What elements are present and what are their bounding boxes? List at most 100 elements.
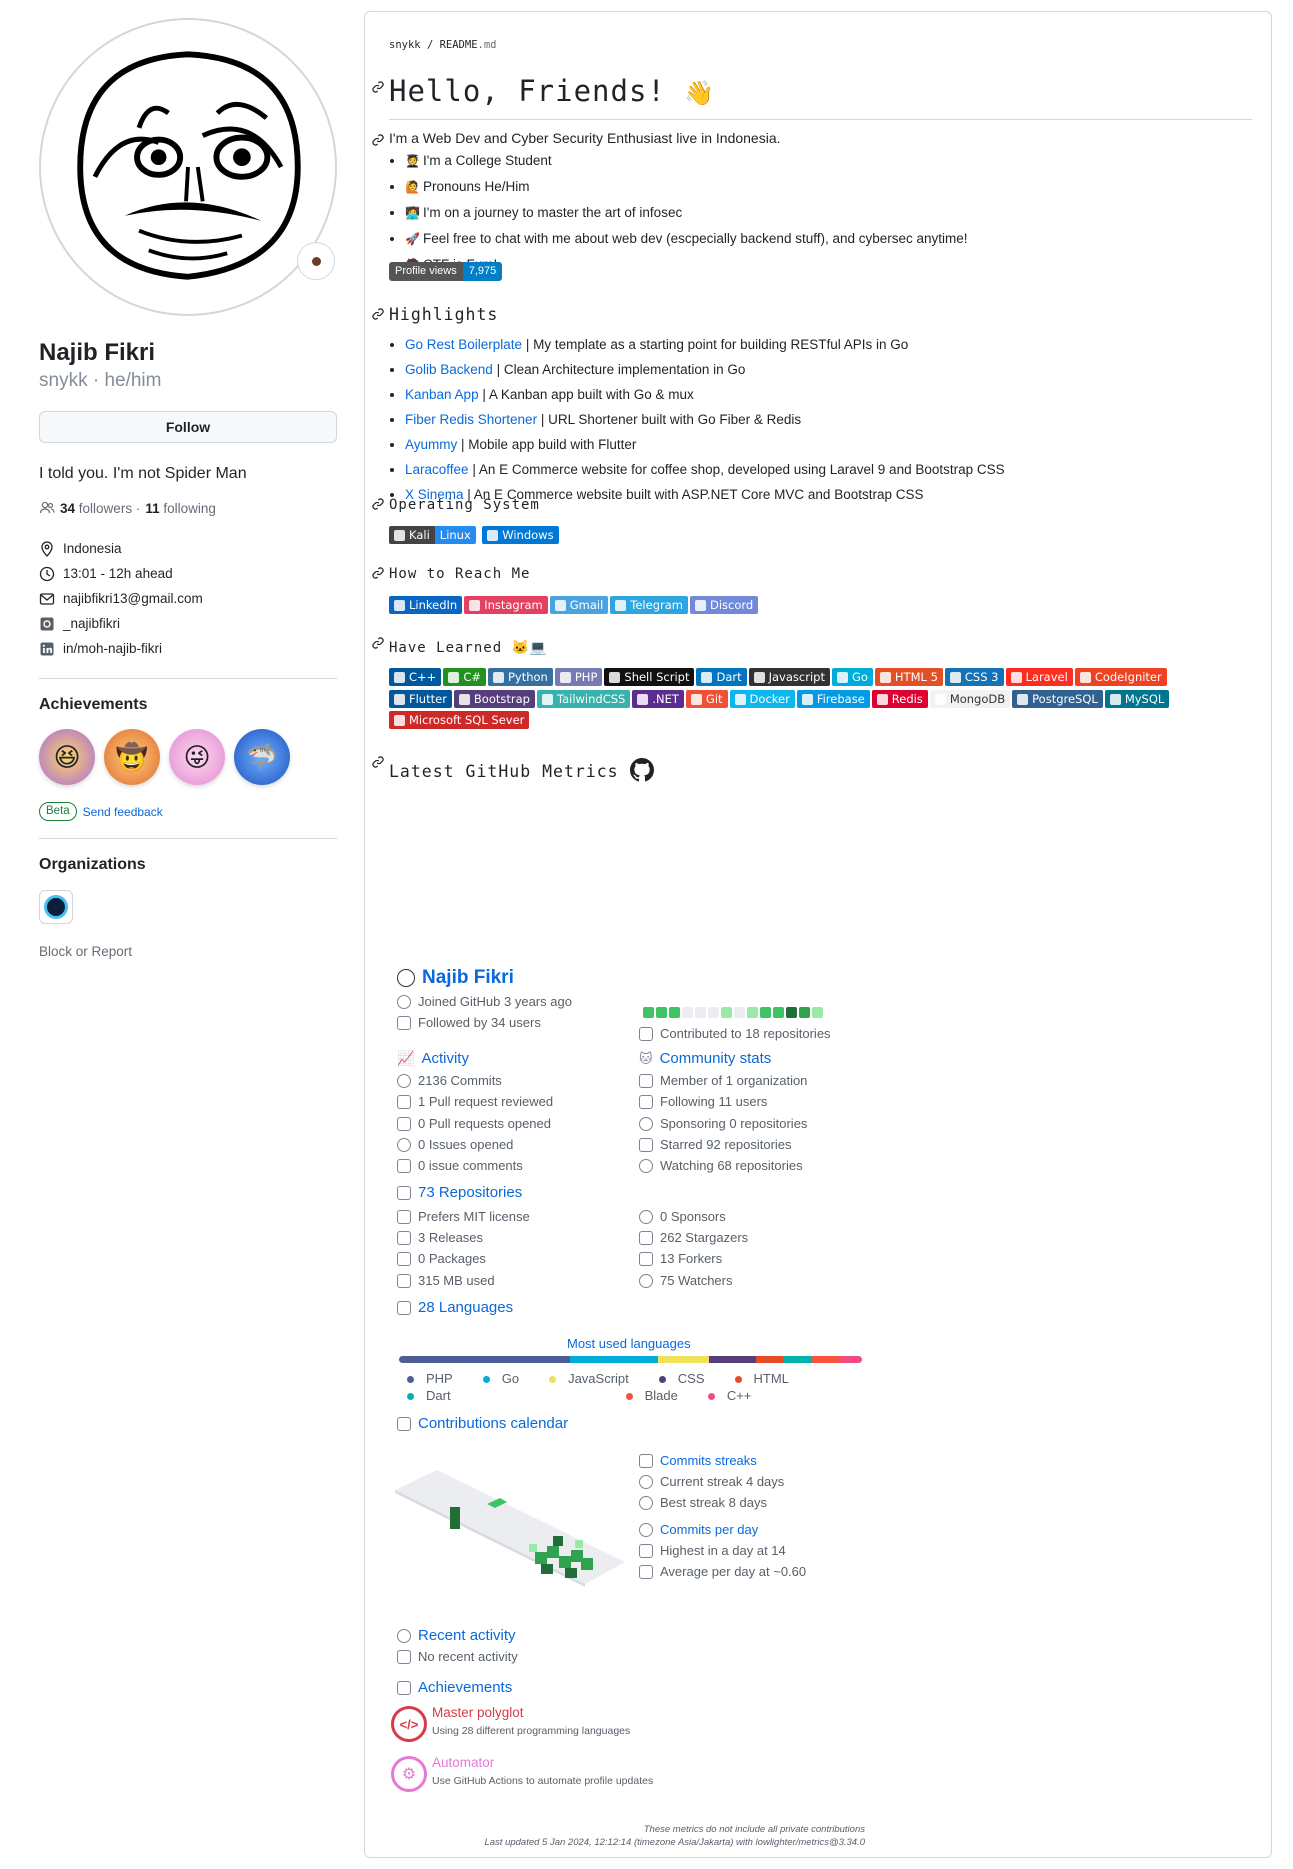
readme-title-text: Hello, Friends! bbox=[389, 74, 666, 108]
anchor-link-icon[interactable] bbox=[371, 636, 385, 650]
language-name: CSS bbox=[677, 1371, 705, 1386]
stargazers-row: 262 Stargazers bbox=[639, 1230, 748, 1245]
commit-icon bbox=[639, 1522, 653, 1537]
anchor-link-icon[interactable] bbox=[371, 755, 385, 769]
send-feedback-link[interactable]: Send feedback bbox=[83, 805, 163, 819]
following-link[interactable]: 11 following bbox=[145, 501, 216, 516]
highest-row: Highest in a day at 14 bbox=[639, 1543, 786, 1558]
tech-badge[interactable]: Gmail bbox=[549, 596, 609, 614]
project-link[interactable]: Fiber Redis Shortener bbox=[405, 412, 537, 427]
linkedin-icon bbox=[40, 642, 54, 655]
language-bar-segment bbox=[755, 1356, 784, 1363]
issues-row: 0 Issues opened bbox=[397, 1137, 513, 1152]
language-bar-segment bbox=[658, 1356, 710, 1363]
anchor-link-icon[interactable] bbox=[371, 307, 385, 321]
anchor-link-icon[interactable] bbox=[371, 566, 385, 580]
badge-label: Kali bbox=[409, 528, 430, 542]
anchor-link-icon[interactable] bbox=[371, 133, 385, 147]
forkers-row: 13 Forkers bbox=[639, 1251, 722, 1266]
calendar-icon bbox=[397, 1416, 411, 1431]
contribution-day bbox=[669, 1007, 680, 1018]
achievement-yolo-icon[interactable]: 😜 bbox=[169, 729, 225, 785]
badge-logo-icon bbox=[734, 693, 746, 705]
block-report-link[interactable]: Block or Report bbox=[39, 944, 337, 959]
status-emoji-button[interactable] bbox=[297, 242, 335, 280]
comments-row: 0 issue comments bbox=[397, 1158, 523, 1173]
instagram-row[interactable]: _najibfikri bbox=[39, 611, 337, 636]
email-link[interactable]: najibfikri13@gmail.com bbox=[63, 586, 203, 611]
achievement-quickdraw-icon[interactable]: 🤠 bbox=[104, 729, 160, 785]
project-link[interactable]: Golib Backend bbox=[405, 362, 493, 377]
language-legend-item: PHP bbox=[399, 1370, 453, 1387]
tech-badge: Flutter bbox=[389, 690, 452, 708]
tech-badge[interactable]: Instagram bbox=[464, 596, 548, 614]
project-link[interactable]: Kanban App bbox=[405, 387, 479, 402]
breadcrumb-ext: .md bbox=[477, 39, 497, 51]
badge-label: CodeIgniter bbox=[1094, 670, 1162, 684]
linkedin-link[interactable]: in/moh-najib-fikri bbox=[63, 636, 162, 661]
project-link[interactable]: Laracoffee bbox=[405, 462, 469, 477]
badge-logo-icon bbox=[1109, 693, 1121, 705]
instagram-link[interactable]: _najibfikri bbox=[63, 611, 120, 636]
anchor-link-icon[interactable] bbox=[371, 80, 385, 94]
people-icon bbox=[397, 1015, 411, 1030]
organization-avatar[interactable] bbox=[39, 890, 73, 924]
list-item: Ayummy | Mobile app build with Flutter bbox=[405, 432, 1005, 457]
watchers-text: 75 Watchers bbox=[660, 1273, 733, 1288]
badge-label: Shell Script bbox=[624, 670, 690, 684]
starred-text: Starred 92 repositories bbox=[660, 1137, 792, 1152]
avatar[interactable] bbox=[39, 18, 337, 316]
language-dot bbox=[625, 1393, 633, 1401]
language-bar-segment bbox=[570, 1356, 659, 1363]
metrics-user-name[interactable]: Najib Fikri bbox=[422, 967, 514, 989]
achievement-pull-shark-icon[interactable]: 🦈 bbox=[234, 729, 290, 785]
list-item: 🙋Pronouns He/Him bbox=[405, 174, 968, 200]
rocket-icon: 🚀 bbox=[405, 232, 420, 246]
tech-badge: Shell Script bbox=[604, 668, 695, 686]
about-text: Pronouns He/Him bbox=[423, 179, 530, 194]
language-dot bbox=[658, 1376, 666, 1384]
tech-badge: Git bbox=[685, 690, 728, 708]
tech-badge: HTML 5 bbox=[874, 668, 943, 686]
watchers-row: 75 Watchers bbox=[639, 1273, 733, 1288]
intro-text: I'm a Web Dev and Cyber Security Enthusi… bbox=[389, 130, 781, 146]
about-text: I'm on a journey to master the art of in… bbox=[423, 205, 683, 220]
project-link[interactable]: Go Rest Boilerplate bbox=[405, 337, 522, 352]
badge-logo-icon bbox=[801, 693, 813, 705]
follow-stats: 34 followers · 11 following bbox=[39, 500, 337, 516]
language-legend-item: JavaScript bbox=[541, 1370, 629, 1387]
followers-link[interactable]: 34 followers · bbox=[60, 501, 140, 516]
tech-badge[interactable]: Discord bbox=[689, 596, 759, 614]
people-icon bbox=[39, 501, 55, 514]
anchor-link-icon[interactable] bbox=[371, 497, 385, 511]
mail-icon bbox=[39, 592, 55, 605]
metrics-updated: Last updated 5 Jan 2024, 12:12:14 (timez… bbox=[484, 1837, 865, 1848]
member-row: Member of 1 organization bbox=[639, 1073, 807, 1088]
breadcrumb-user[interactable]: snykk bbox=[389, 39, 421, 51]
divider bbox=[39, 678, 337, 679]
issue-icon bbox=[397, 1137, 411, 1152]
forkers-text: 13 Forkers bbox=[660, 1251, 723, 1266]
contribution-day bbox=[760, 1007, 771, 1018]
achievement-desc: Using 28 different programming languages bbox=[432, 1725, 631, 1737]
metrics-heading: Latest GitHub Metrics bbox=[389, 758, 654, 782]
badge-logo-icon bbox=[694, 599, 706, 611]
linkedin-row[interactable]: in/moh-najib-fikri bbox=[39, 636, 337, 661]
time-row: 13:01 - 12h ahead bbox=[39, 561, 337, 586]
following-row: Following 11 users bbox=[639, 1094, 767, 1109]
hacker-cat-icon: 🐱‍💻 bbox=[511, 640, 548, 656]
tech-badge[interactable]: LinkedIn bbox=[389, 596, 463, 614]
following-text: Following 11 users bbox=[660, 1094, 768, 1109]
badge-logo-icon bbox=[541, 693, 553, 705]
follow-button[interactable]: Follow bbox=[39, 411, 337, 443]
email-row[interactable]: najibfikri13@gmail.com bbox=[39, 586, 337, 611]
repos-heading: 73 Repositories bbox=[397, 1184, 522, 1201]
tech-badge[interactable]: Telegram bbox=[610, 596, 688, 614]
project-link[interactable]: Ayummy bbox=[405, 437, 457, 452]
releases-row: 3 Releases bbox=[397, 1230, 483, 1245]
following-label: following bbox=[163, 500, 216, 516]
achievement-starstruck-icon[interactable]: 😆 bbox=[39, 729, 95, 785]
followed-text: Followed by 34 users bbox=[418, 1015, 541, 1030]
language-bar-segment bbox=[811, 1356, 839, 1363]
pr-opened-row: 0 Pull requests opened bbox=[397, 1116, 551, 1131]
